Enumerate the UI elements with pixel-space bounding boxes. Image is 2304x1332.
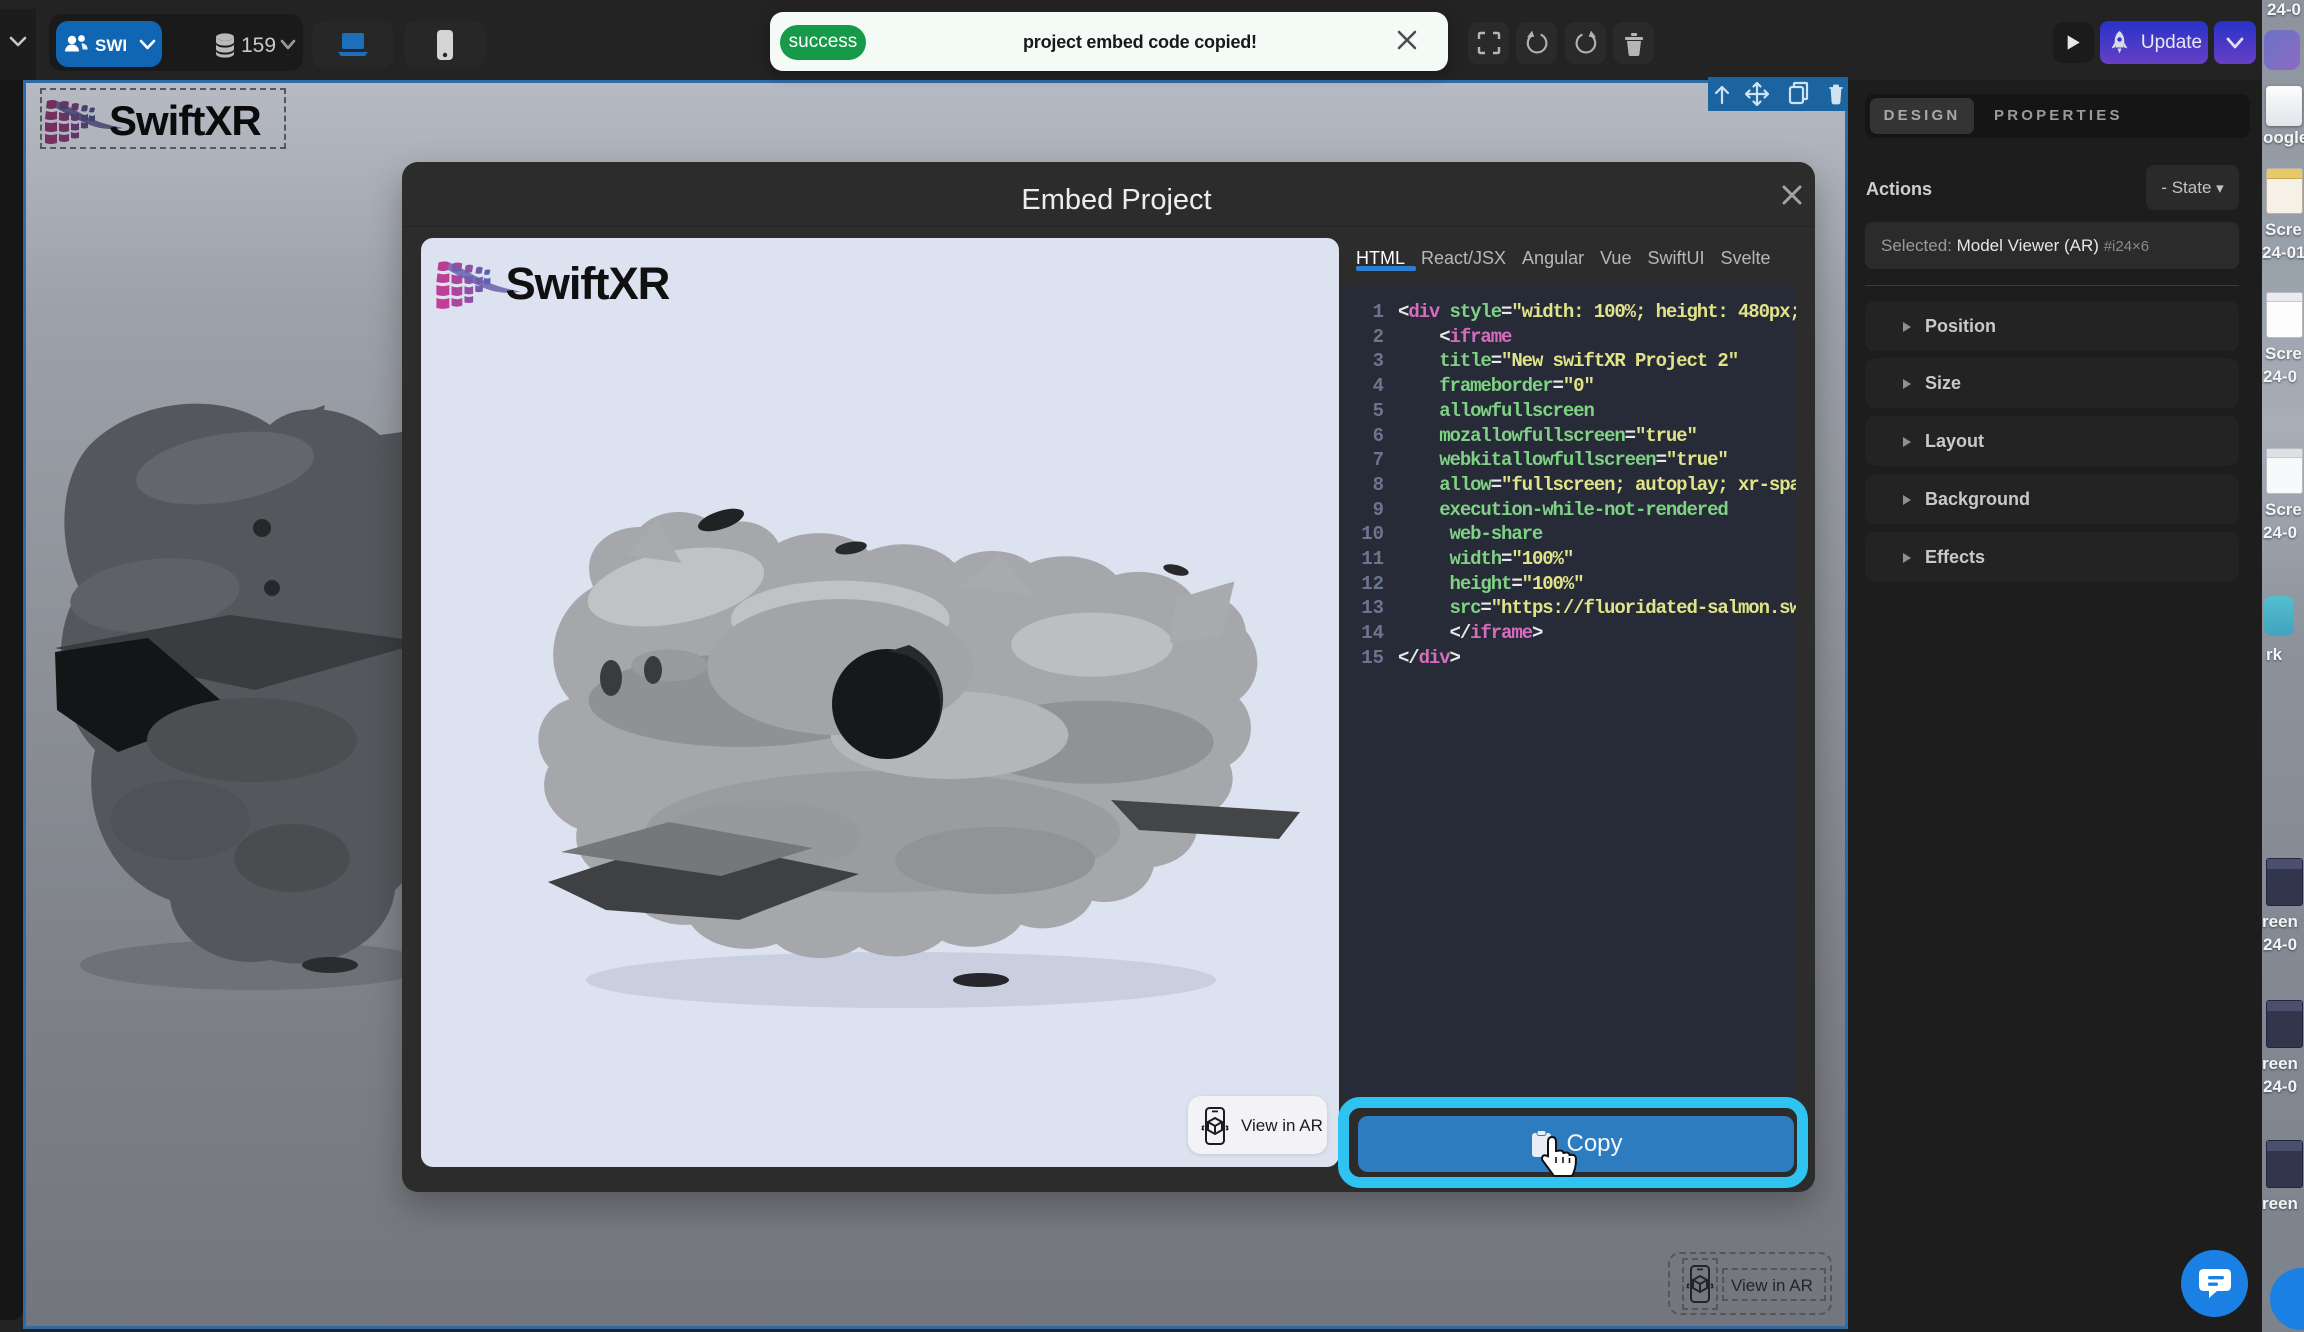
svg-text:SwiftXR: SwiftXR <box>109 97 261 144</box>
svg-text:159: 159 <box>241 34 276 57</box>
svg-text:SWI: SWI <box>95 36 127 55</box>
